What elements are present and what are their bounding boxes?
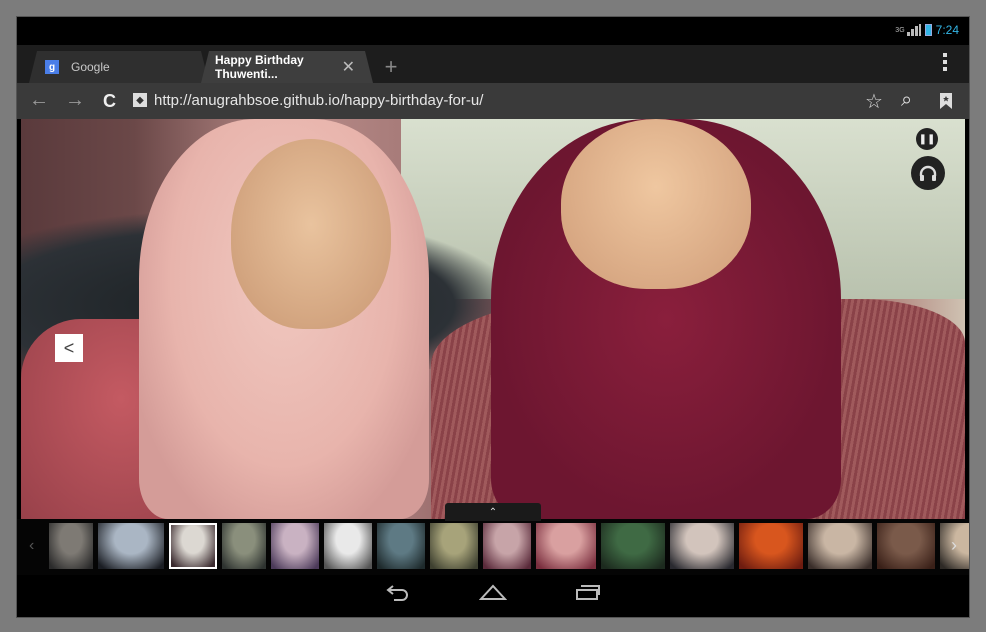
address-bar: ← → C ◆ http://anugrahbsoe.github.io/hap… <box>17 83 969 119</box>
thumbnail[interactable] <box>430 523 478 569</box>
thumbnail[interactable] <box>49 523 93 569</box>
thumbnail[interactable] <box>271 523 319 569</box>
tab-label: Happy Birthday Thuwenti... <box>215 53 304 81</box>
star-icon[interactable]: ☆ <box>865 89 883 114</box>
google-favicon-icon: g <box>45 60 59 74</box>
thumbnail[interactable] <box>536 523 596 569</box>
tab-google[interactable]: g Google <box>29 51 209 83</box>
site-info-icon[interactable]: ◆ <box>133 93 147 107</box>
tablet-screen: 3G 7:24 g Google Happy Birthday Thuwenti… <box>16 16 970 618</box>
system-nav-bar <box>17 575 969 617</box>
overflow-menu-icon[interactable] <box>943 53 947 74</box>
network-label: 3G <box>895 26 905 34</box>
pause-icon[interactable]: ❚❚ <box>916 128 938 150</box>
bookmark-icon[interactable] <box>939 92 953 116</box>
thumbnail[interactable] <box>877 523 935 569</box>
reload-button[interactable]: C <box>103 91 116 112</box>
close-tab-icon[interactable]: ✕ <box>342 57 355 77</box>
signal-icon <box>906 24 921 36</box>
home-nav-icon[interactable] <box>478 583 508 606</box>
thumbnails-prev-icon[interactable]: ‹ <box>29 537 34 555</box>
thumbnail-toggle-handle[interactable]: ⌃ <box>445 503 541 521</box>
thumbnail[interactable] <box>324 523 372 569</box>
thumbnail[interactable] <box>222 523 266 569</box>
clock: 7:24 <box>935 23 959 37</box>
status-bar: 3G 7:24 <box>17 17 969 45</box>
new-tab-button[interactable]: + <box>377 51 405 83</box>
search-icon[interactable]: ⌕ <box>901 89 912 112</box>
thumbnail[interactable] <box>169 523 217 569</box>
recent-apps-nav-icon[interactable] <box>575 583 601 606</box>
thumbnail[interactable] <box>808 523 872 569</box>
tab-happy-birthday[interactable]: Happy Birthday Thuwenti... ✕ <box>201 51 373 83</box>
thumbnail[interactable] <box>483 523 531 569</box>
back-nav-icon[interactable] <box>385 583 411 606</box>
forward-button[interactable]: → <box>65 89 85 112</box>
url-field[interactable]: http://anugrahbsoe.github.io/happy-birth… <box>154 92 483 109</box>
thumbnails-next-icon[interactable]: › <box>951 535 957 556</box>
slideshow-photo <box>21 119 965 519</box>
thumbnail[interactable] <box>98 523 164 569</box>
tab-label: Google <box>71 60 110 74</box>
thumbnail[interactable] <box>377 523 425 569</box>
headphones-icon[interactable] <box>911 156 945 190</box>
thumbnail[interactable] <box>601 523 665 569</box>
thumbnail[interactable] <box>670 523 734 569</box>
back-button[interactable]: ← <box>29 89 49 112</box>
thumbnail-strip: ‹ › <box>17 519 969 575</box>
tab-strip: g Google Happy Birthday Thuwenti... ✕ + <box>17 45 969 83</box>
battery-icon <box>924 24 932 36</box>
previous-photo-button[interactable]: < <box>55 334 83 362</box>
thumbnail[interactable] <box>739 523 803 569</box>
